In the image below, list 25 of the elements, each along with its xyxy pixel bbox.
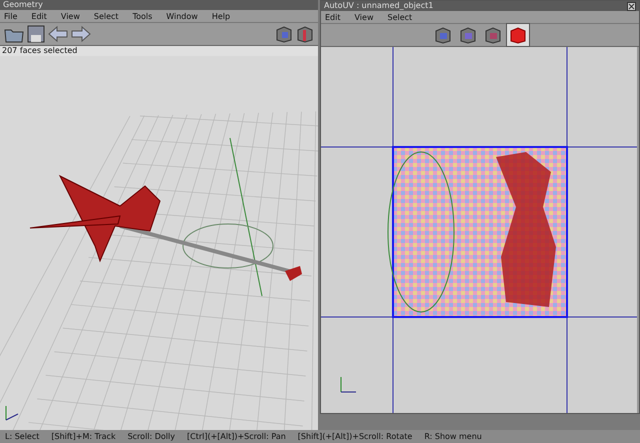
menu-item[interactable]: View	[60, 12, 80, 20]
shortcut-hint: L: Select	[5, 432, 40, 441]
menu-item[interactable]: Window	[166, 12, 198, 20]
shortcut-hint: [Ctrl](+[Alt])+Scroll: Pan	[186, 432, 286, 441]
window-title: Geometry	[0, 0, 318, 10]
menu-item[interactable]: Help	[212, 12, 230, 20]
close-icon[interactable]	[627, 2, 636, 10]
cube-icon[interactable]	[275, 25, 293, 43]
menu-item[interactable]: Select	[94, 12, 119, 20]
shortcut-hint: [Shift]+M: Track	[51, 432, 116, 441]
menu-item[interactable]: File	[4, 12, 18, 20]
body-mode-icon[interactable]	[506, 24, 528, 46]
menu-item[interactable]: Edit	[31, 12, 47, 20]
menu-item[interactable]: Edit	[325, 12, 340, 22]
window-title: AutoUV : unnamed_object1	[324, 1, 434, 11]
arrow-left-icon[interactable]	[48, 25, 68, 43]
selection-status: 207 faces selected	[0, 46, 318, 56]
menu-item[interactable]: Tools	[132, 12, 152, 20]
cube-icon[interactable]	[296, 25, 314, 43]
shortcut-hint: R: Show menu	[424, 432, 482, 441]
shortcut-hint: [Shift](+[Alt])+Scroll: Rotate	[298, 432, 412, 441]
menu-item[interactable]: Select	[387, 12, 412, 22]
shortcut-hint: Scroll: Dolly	[128, 432, 175, 441]
menu-item[interactable]: View	[354, 12, 374, 22]
arrow-right-icon[interactable]	[71, 25, 91, 43]
